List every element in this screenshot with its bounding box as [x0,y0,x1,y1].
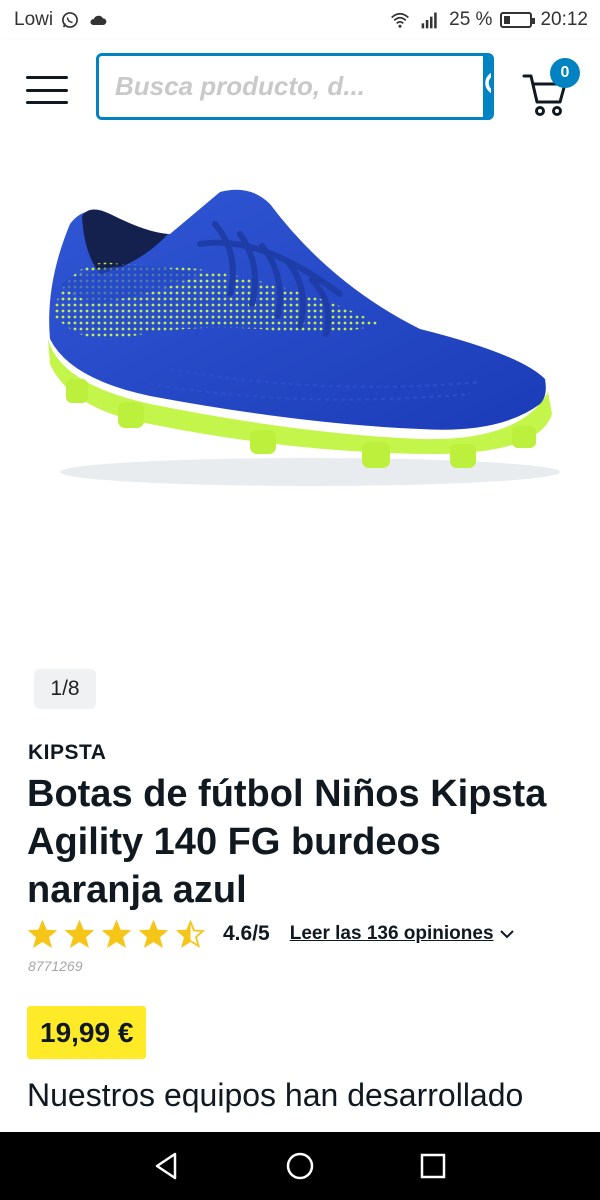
status-right: 25 % 20:12 [389,9,588,31]
recents-icon[interactable] [417,1150,449,1182]
star-icon [176,919,205,948]
star-icon [139,919,168,948]
whatsapp-icon [62,12,78,28]
image-counter: 1/8 [34,669,96,709]
star-icon [65,919,94,948]
search-button[interactable] [483,56,491,117]
rating-stars [28,919,205,949]
back-icon[interactable] [151,1150,183,1182]
signal-icon [421,12,437,29]
cart-count-badge: 0 [550,58,580,88]
menu-button[interactable] [26,76,68,104]
product-brand: KIPSTA [28,741,107,764]
search-input[interactable] [99,56,483,117]
battery-percent: 25 % [449,9,493,30]
app-header: 0 [0,40,600,134]
cloud-icon [90,15,107,25]
rating-score: 4.6/5 [223,922,270,945]
star-icon [102,919,131,948]
star-icon [28,919,57,948]
home-icon[interactable] [284,1150,316,1182]
search-icon [485,72,491,93]
product-description: Nuestros equipos han desarrollado [27,1077,524,1113]
product-price: 19,99 € [27,1006,147,1059]
menu-icon [26,76,68,79]
chevron-down-icon [499,930,514,939]
battery-level [504,16,511,24]
cart-button[interactable]: 0 [522,58,582,120]
rating-row: 4.6/5 Leer las 136 opiniones [28,916,514,952]
product-image[interactable] [0,134,600,654]
product-title: Botas de fútbol Niños Kipsta Agility 140… [27,773,547,911]
status-bar: Lowi 25 % 20:12 [0,0,600,40]
carrier-name: Lowi [14,9,54,30]
wifi-icon [391,12,410,28]
search-bar [96,53,494,120]
reviews-link-label: Leer las 136 opiniones [289,923,494,944]
system-nav-bar [0,1132,600,1200]
reviews-link[interactable]: Leer las 136 opiniones [290,923,514,945]
battery-icon [500,12,536,28]
status-left: Lowi [14,9,109,31]
clock: 20:12 [540,9,588,30]
football-boot-image [48,189,560,486]
product-sku: 8771269 [28,958,83,974]
